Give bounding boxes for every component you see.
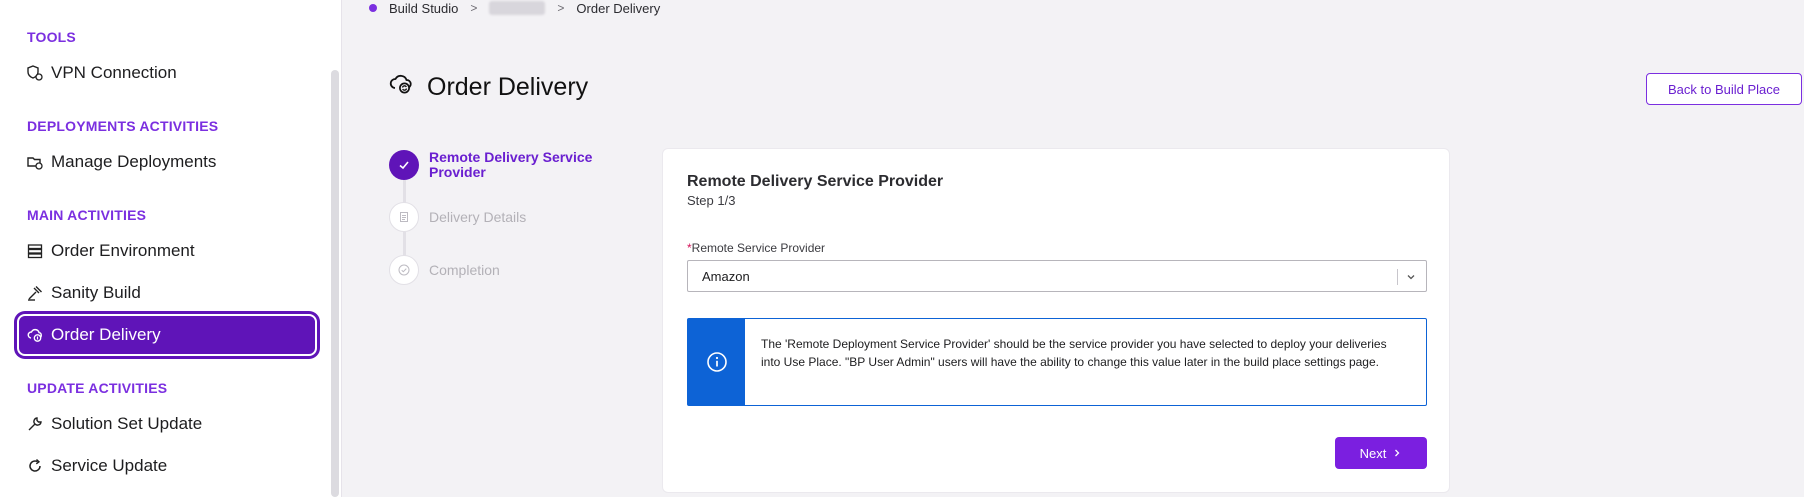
step-label: Completion [429, 262, 500, 278]
clipboard-icon [389, 202, 419, 232]
breadcrumb-separator: > [557, 1, 565, 15]
chevron-down-icon[interactable] [1404, 270, 1418, 284]
section-title-deployments: DEPLOYMENTS ACTIVITIES [27, 118, 219, 134]
info-icon [688, 319, 745, 405]
sidebar-item-label: VPN Connection [51, 63, 177, 82]
step-remote-delivery[interactable]: Remote Delivery Service Provider [389, 150, 609, 180]
server-stack-icon [27, 243, 43, 259]
check-circle-icon [389, 255, 419, 285]
sidebar-item-label: Order Delivery [51, 325, 161, 344]
page-title-text: Order Delivery [427, 73, 589, 101]
chevron-right-icon [1392, 446, 1402, 461]
next-label: Next [1359, 445, 1387, 461]
hammer-icon [27, 285, 43, 301]
sidebar-item-vpn-connection[interactable]: VPN Connection [27, 61, 177, 85]
sidebar-item-order-delivery[interactable]: Order Delivery [17, 314, 317, 356]
sidebar-item-sanity-build[interactable]: Sanity Build [27, 281, 141, 305]
refresh-icon [27, 458, 43, 474]
wrench-icon [27, 416, 43, 432]
page-title: Order Delivery [389, 72, 588, 103]
deployments-icon [27, 154, 43, 170]
section-title-main: MAIN ACTIVITIES [27, 207, 147, 223]
check-icon [389, 150, 419, 180]
step-label: Remote Delivery Service Provider [429, 149, 593, 180]
section-title-tools: TOOLS [27, 29, 76, 45]
info-text: The 'Remote Deployment Service Provider'… [761, 337, 1387, 369]
shield-network-icon [27, 65, 43, 81]
sidebar-scrollbar[interactable] [331, 70, 339, 497]
info-notification: The 'Remote Deployment Service Provider'… [687, 318, 1427, 406]
step-delivery-details[interactable]: Delivery Details [389, 202, 526, 232]
back-to-build-place-button[interactable]: Back to Build Place [1646, 73, 1802, 105]
breadcrumb: Build Studio > > Order Delivery [369, 0, 660, 16]
card-step-indicator: Step 1/3 [687, 193, 736, 208]
sidebar-item-manage-deployments[interactable]: Manage Deployments [27, 150, 216, 174]
remote-service-provider-label: *Remote Service Provider [687, 241, 825, 255]
cloud-delivery-icon [389, 72, 413, 103]
select-value: Amazon [702, 268, 750, 284]
sidebar: TOOLS VPN Connection DEPLOYMENTS ACTIVIT… [0, 0, 342, 497]
next-button[interactable]: Next [1335, 437, 1427, 469]
step-completion[interactable]: Completion [389, 255, 500, 285]
sidebar-item-solution-set-update[interactable]: Solution Set Update [27, 412, 202, 436]
breadcrumb-separator: > [470, 1, 478, 15]
breadcrumb-redacted-item[interactable] [489, 1, 546, 15]
section-title-update: UPDATE ACTIVITIES [27, 380, 168, 396]
order-delivery-card: Remote Delivery Service Provider Step 1/… [662, 148, 1450, 493]
remote-service-provider-select[interactable]: Amazon [687, 260, 1427, 292]
sidebar-item-label: Manage Deployments [51, 152, 217, 171]
field-label-text: Remote Service Provider [691, 241, 826, 255]
sidebar-item-label: Sanity Build [51, 283, 141, 302]
breadcrumb-build-studio[interactable]: Build Studio [389, 1, 458, 16]
step-label: Delivery Details [429, 209, 527, 225]
card-title: Remote Delivery Service Provider [687, 173, 944, 190]
sidebar-item-label: Order Environment [51, 241, 195, 260]
breadcrumb-dot-icon [369, 4, 377, 12]
cloud-delivery-icon [27, 327, 43, 343]
sidebar-item-service-update[interactable]: Service Update [27, 454, 167, 478]
breadcrumb-order-delivery: Order Delivery [576, 0, 661, 16]
sidebar-item-label: Solution Set Update [51, 414, 203, 433]
sidebar-item-label: Service Update [51, 456, 168, 475]
sidebar-item-order-environment[interactable]: Order Environment [27, 239, 195, 263]
select-divider [1397, 269, 1398, 285]
